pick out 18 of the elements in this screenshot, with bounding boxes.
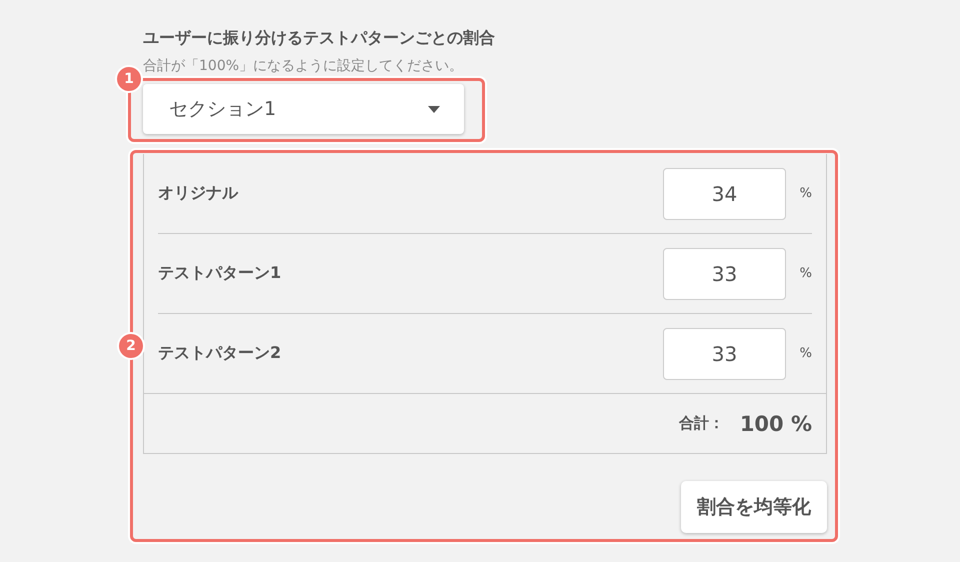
heading: ユーザーに振り分けるテストパターンごとの割合 bbox=[143, 27, 496, 49]
percent-unit: % bbox=[798, 346, 812, 361]
step-badge: 2 bbox=[119, 334, 143, 358]
pattern-label: オリジナル bbox=[158, 183, 240, 204]
ratio-input[interactable]: 34 bbox=[663, 168, 786, 220]
step-badge: 1 bbox=[117, 67, 141, 91]
pattern-label: テストパターン2 bbox=[158, 343, 282, 364]
percent-unit: % bbox=[798, 186, 812, 201]
total-value: 100 % bbox=[740, 412, 812, 436]
percent-unit: % bbox=[798, 266, 812, 281]
ratio-input[interactable]: 33 bbox=[663, 248, 786, 300]
equalize-button[interactable]: 割合を均等化 bbox=[681, 481, 827, 533]
pattern-label: テストパターン1 bbox=[158, 263, 282, 284]
caret-icon bbox=[428, 106, 440, 112]
total-label: 合計： bbox=[678, 414, 724, 433]
section-dropdown[interactable]: セクション1 bbox=[143, 84, 464, 134]
ratio-input[interactable]: 33 bbox=[663, 328, 786, 380]
instruction-text: 合計が「100%」になるように設定してください。 bbox=[143, 57, 464, 76]
